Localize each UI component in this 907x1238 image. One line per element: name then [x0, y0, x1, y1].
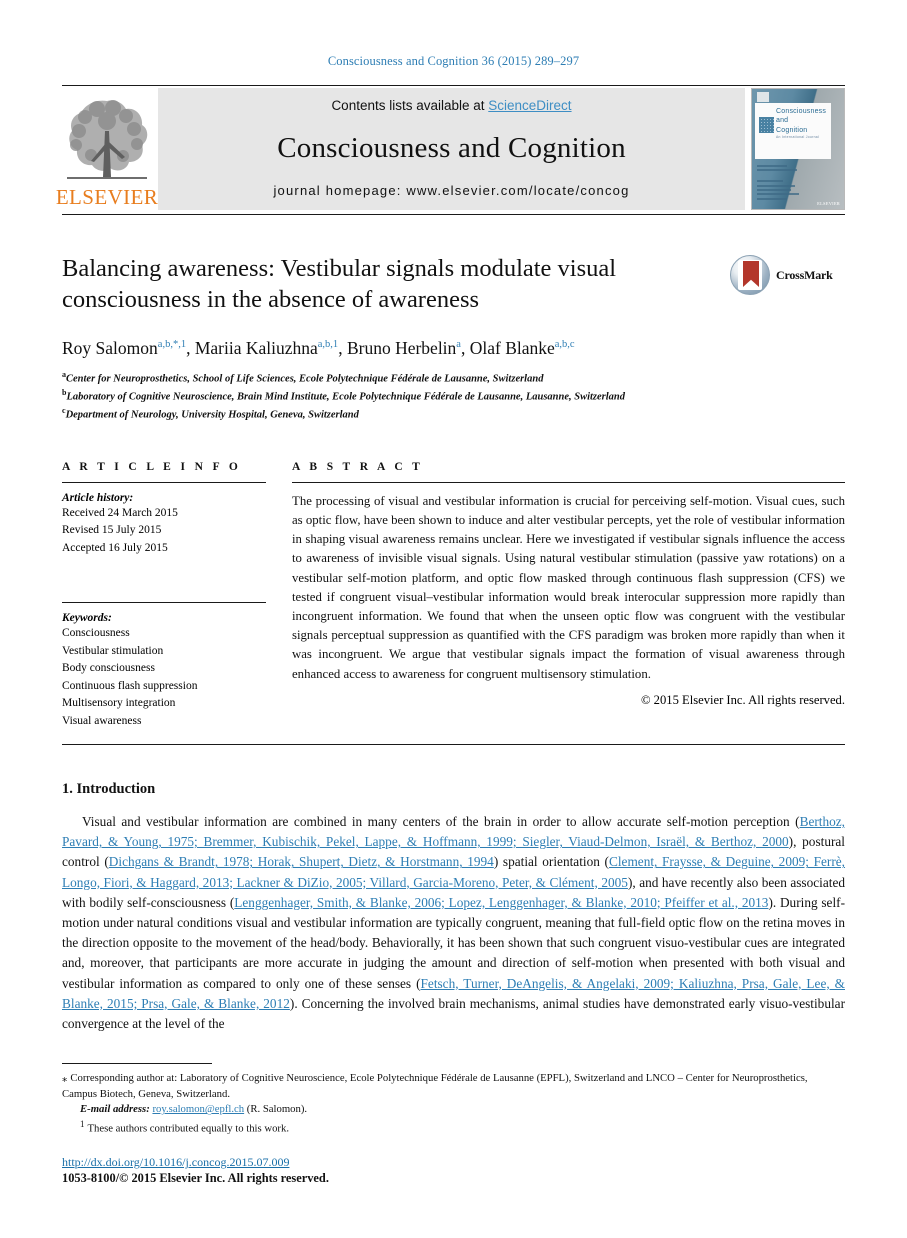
elsevier-logo: ELSEVIER [56, 88, 158, 210]
affiliation-item: bLaboratory of Cognitive Neuroscience, B… [62, 387, 845, 405]
article-history-item: Revised 15 July 2015 [62, 524, 162, 537]
author-list: Roy Salomona,b,*,1, Mariia Kaliuzhnaa,b,… [62, 337, 575, 358]
cover-subtitle: An International Journal [776, 135, 820, 140]
abstract-text: The processing of visual and vestibular … [292, 493, 845, 681]
keyword-item: Continuous flash suppression [62, 679, 198, 692]
author-name: Mariia Kaliuzhna [194, 337, 318, 358]
affiliation-text: Laboratory of Cognitive Neuroscience, Br… [66, 391, 626, 403]
cover-title: Consciousness and Cognition An Internati… [776, 107, 826, 140]
author-name: Roy Salomon [62, 337, 158, 358]
article-info-divider [62, 481, 266, 483]
abstract-bottom-divider [62, 744, 845, 746]
article-history-item: Received 24 March 2015 [62, 506, 178, 519]
sciencedirect-link[interactable]: ScienceDirect [488, 98, 571, 113]
abstract-heading: A B S T R A C T [292, 460, 424, 473]
keywords-list: Consciousness Vestibular stimulation Body … [62, 625, 266, 730]
article-history-list: Received 24 March 2015 Revised 15 July 20… [62, 505, 266, 557]
footnote-corresponding-author: ⁎ Corresponding author at: Laboratory of … [62, 1071, 845, 1102]
running-head: Consciousness and Cognition 36 (2015) 28… [327, 54, 580, 68]
cover-publisher-name: ELSEVIER [817, 201, 840, 206]
cover-title-line2: and [776, 117, 789, 125]
citation-link[interactable]: Berthoz, Pavard, & Young, 1975; Bremmer,… [62, 814, 845, 849]
keyword-item: Vestibular stimulation [62, 644, 164, 657]
cover-textlines [757, 165, 803, 209]
keyword-item: Body consciousness [62, 662, 155, 675]
journal-masthead: ELSEVIER Contents lists available at Sci… [56, 88, 845, 210]
article-info-heading: A R T I C L E I N F O [62, 460, 242, 473]
keywords-label: Keywords: [62, 612, 112, 625]
author-affiliation-marker: a,b,*,1 [157, 338, 187, 350]
article-info-column: A R T I C L E I N F O Article history: R… [62, 461, 292, 730]
author-affiliation-marker: a [456, 338, 461, 350]
keyword-item: Consciousness [62, 627, 130, 640]
author-affiliation-marker: a,b,c [554, 338, 575, 350]
author-affiliation-marker: a,b,1 [317, 338, 339, 350]
affiliation-text: Department of Neurology, University Hosp… [65, 409, 359, 421]
email-suffix: (R. Salomon). [246, 1103, 308, 1116]
author-name: Bruno Herbelin [346, 337, 457, 358]
footnote-equal-contribution: 1 These authors contributed equally to th… [62, 1118, 845, 1137]
cover-halftone-icon [759, 117, 774, 133]
masthead-panel: Contents lists available at ScienceDirec… [158, 88, 745, 210]
keyword-item: Multisensory integration [62, 697, 176, 710]
citation-link[interactable]: Dichgans & Brandt, 1978; Horak, Shupert,… [109, 854, 494, 869]
affiliation-item: aCenter for Neuroprosthetics, School of … [62, 369, 845, 387]
elsevier-tree-icon [63, 91, 151, 187]
crossmark-badge[interactable]: CrossMark [730, 253, 845, 316]
title-block: Balancing awareness: Vestibular signals … [62, 253, 845, 316]
masthead-divider [62, 214, 845, 215]
doi-block: http://dx.doi.org/10.1016/j.concog.2015.… [62, 1155, 845, 1186]
introduction-paragraph: Visual and vestibular information are co… [62, 814, 846, 1032]
keyword-item: Visual awareness [62, 714, 142, 727]
journal-homepage[interactable]: journal homepage: www.elsevier.com/locat… [273, 183, 629, 198]
citation-link[interactable]: Lenggenhager, Smith, & Blanke, 2006; Lop… [234, 895, 768, 910]
contents-available-line: Contents lists available at ScienceDirec… [331, 98, 571, 113]
cover-title-line1: Consciousness [776, 108, 827, 115]
abstract-divider [292, 481, 845, 483]
crossmark-label: CrossMark [776, 268, 833, 282]
journal-cover-thumbnail: Consciousness and Cognition An Internati… [751, 88, 845, 210]
footnote-email: E-mail address: roy.salomon@epfl.ch (R. … [62, 1102, 845, 1118]
article-history-label: Article history: [62, 491, 134, 504]
info-abstract-row: A R T I C L E I N F O Article history: R… [62, 461, 845, 730]
article-page: Consciousness and Cognition 36 (2015) 28… [0, 0, 907, 1238]
abstract-column: A B S T R A C T The processing of visual… [292, 461, 845, 730]
elsevier-wordmark: ELSEVIER [55, 185, 159, 209]
page-title: Balancing awareness: Vestibular signals … [62, 255, 617, 314]
footnote-equal-text: These authors contributed equally to thi… [87, 1122, 289, 1135]
journal-title: Consciousness and Cognition [277, 131, 626, 164]
author-name: Olaf Blanke [469, 337, 555, 358]
abstract-copyright: © 2015 Elsevier Inc. All rights reserved… [640, 692, 845, 707]
affiliation-text: Center for Neuroprosthetics, School of L… [66, 373, 544, 385]
cover-title-line3: Cognition [776, 126, 808, 134]
affiliation-item: cDepartment of Neurology, University Hos… [62, 405, 845, 423]
footnote-divider [62, 1063, 212, 1065]
footnote-corresponding-text: Corresponding author at: Laboratory of C… [62, 1072, 808, 1100]
email-label: E-mail address: [80, 1103, 150, 1116]
footnote-area: ⁎ Corresponding author at: Laboratory of … [62, 1063, 845, 1186]
contents-prefix: Contents lists available at [331, 98, 489, 113]
article-history-item: Accepted 16 July 2015 [62, 541, 168, 554]
crossmark-icon [730, 255, 770, 295]
doi-link[interactable]: http://dx.doi.org/10.1016/j.concog.2015.… [62, 1155, 845, 1170]
email-link[interactable]: roy.salomon@epfl.ch [152, 1103, 244, 1115]
title-column: Balancing awareness: Vestibular signals … [62, 253, 730, 316]
issn-copyright-line: 1053-8100/© 2015 Elsevier Inc. All right… [62, 1171, 329, 1185]
affiliation-list: aCenter for Neuroprosthetics, School of … [62, 369, 845, 423]
citation-link[interactable]: Fetsch, Turner, DeAngelis, & Angelaki, 2… [62, 976, 845, 1011]
keywords-divider [62, 602, 266, 604]
section-heading-introduction: 1. Introduction [62, 781, 156, 798]
cover-publisher-mark-icon [757, 92, 769, 102]
header-divider [62, 85, 845, 86]
